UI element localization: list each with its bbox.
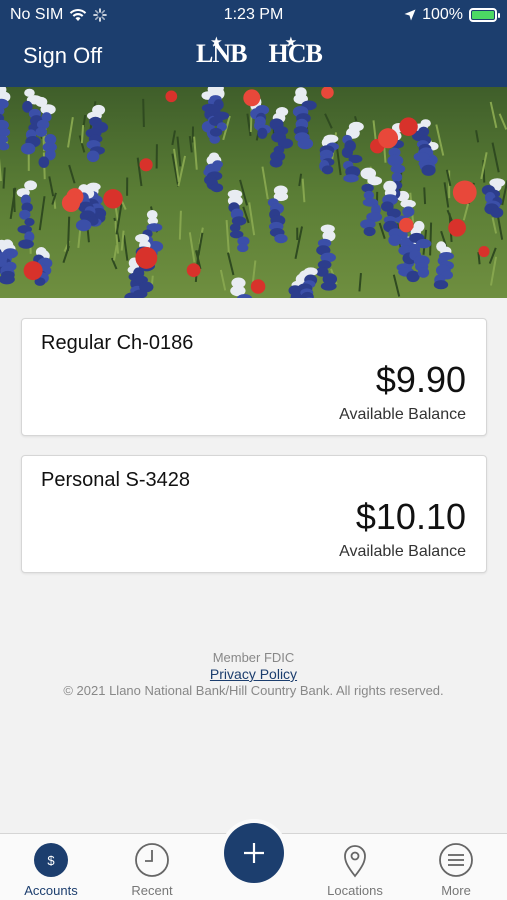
member-fdic: Member FDIC [212, 650, 295, 665]
paintbrush-flower [23, 261, 43, 281]
footer: Member FDIC Privacy Policy © 2021 Llano … [0, 650, 507, 699]
grass-blade [178, 210, 182, 240]
privacy-policy-link[interactable]: Privacy Policy [210, 666, 297, 682]
paintbrush-flower [452, 180, 477, 205]
account-card[interactable]: Regular Ch-0186 $9.90 Available Balance [21, 318, 487, 436]
status-bar: No SIM 1:23 PM 100% [0, 0, 507, 30]
paintbrush-flower [103, 189, 123, 209]
carrier-label: No SIM [10, 6, 64, 23]
paintbrush-flower [478, 245, 490, 258]
account-name: Personal S-3428 [41, 469, 190, 491]
available-balance-label: Available Balance [339, 543, 466, 560]
tab-recent[interactable]: Recent [107, 834, 197, 900]
accounts-list: Regular Ch-0186 $9.90 Available Balance … [21, 318, 487, 592]
menu-icon [439, 843, 473, 877]
paintbrush-flower [139, 158, 153, 172]
paintbrush-flower [135, 246, 158, 269]
account-card[interactable]: Personal S-3428 $10.10 Available Balance [21, 455, 487, 573]
bluebonnet-wildflowers-photo [0, 87, 507, 298]
paintbrush-flower [165, 90, 178, 103]
loading-spinner-icon [93, 8, 108, 22]
grass-blade [423, 187, 427, 205]
paintbrush-flower [186, 263, 201, 278]
copyright-text: © 2021 Llano National Bank/Hill Country … [63, 683, 444, 698]
sign-off-button[interactable]: Sign Off [23, 43, 102, 69]
grass-blade [80, 124, 85, 144]
paintbrush-flower [250, 279, 266, 294]
hero-image [0, 87, 507, 298]
location-arrow-icon [404, 9, 416, 21]
paintbrush-flower [378, 128, 399, 149]
battery-icon [469, 8, 500, 22]
battery-fill [472, 11, 494, 19]
grass-blade [429, 222, 433, 256]
clock-icon [135, 843, 169, 877]
lnb-logo: LNB ★ [196, 35, 247, 69]
tab-more[interactable]: More [411, 834, 501, 900]
status-right: 100% [404, 6, 500, 24]
tab-label: Accounts [24, 883, 78, 898]
plus-icon [244, 843, 264, 863]
grass-blade [66, 216, 71, 251]
svg-text:$: $ [47, 853, 55, 868]
paintbrush-flower [61, 193, 81, 213]
grass-blade [2, 167, 6, 189]
dollar-circle-icon: $ [34, 843, 68, 877]
star-icon: ★ [211, 35, 222, 49]
lnb-logo-text: LNB [196, 39, 247, 68]
available-balance-label: Available Balance [339, 406, 466, 423]
tab-accounts[interactable]: $ Accounts [6, 834, 96, 900]
account-balance: $10.10 [355, 496, 466, 537]
battery-percent: 100% [422, 6, 463, 23]
grass-blade [142, 98, 145, 128]
location-pin-icon [344, 845, 366, 878]
star-icon: ★ [285, 35, 296, 49]
status-left: No SIM [10, 6, 108, 24]
paintbrush-flower [399, 117, 418, 137]
tab-label: Locations [327, 883, 383, 898]
account-name: Regular Ch-0186 [41, 332, 194, 354]
hcb-logo: HCB ★ [268, 35, 322, 69]
paintbrush-flower [243, 89, 261, 107]
add-button[interactable] [224, 823, 284, 883]
app-header: Sign Off LNB ★ HCB ★ [0, 30, 507, 87]
tab-label: More [441, 883, 471, 898]
account-balance: $9.90 [375, 359, 466, 400]
wifi-icon [70, 8, 87, 21]
grass-blade [12, 188, 16, 213]
paintbrush-flower [398, 217, 414, 233]
tab-locations[interactable]: Locations [310, 834, 400, 900]
paintbrush-flower [448, 218, 466, 237]
bank-logos: LNB ★ HCB ★ [196, 35, 323, 69]
tab-label: Recent [131, 883, 173, 898]
